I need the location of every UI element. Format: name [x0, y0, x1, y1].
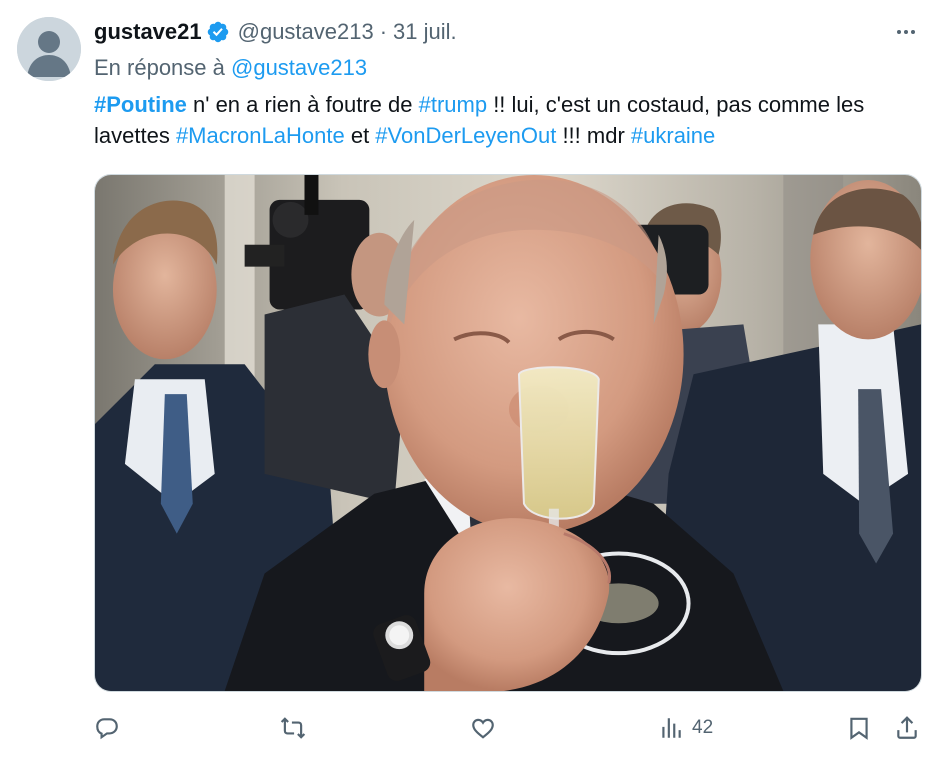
header-separator: ·	[379, 19, 388, 44]
hashtag-macronlahonte[interactable]: #MacronLaHonte	[176, 123, 345, 148]
like-icon	[472, 718, 494, 739]
share-button[interactable]	[894, 708, 920, 748]
photo-illustration	[95, 175, 921, 691]
like-button[interactable]	[470, 708, 496, 748]
tweet-header: gustave21 @gustave213 · 31 juil.	[94, 18, 457, 46]
hashtag-poutine[interactable]: #Poutine	[94, 92, 187, 117]
hashtag-trump[interactable]: #trump	[419, 92, 487, 117]
user-avatar[interactable]	[17, 17, 81, 81]
tweet-photo[interactable]	[94, 174, 922, 692]
retweet-button[interactable]	[280, 708, 306, 748]
verified-badge-icon[interactable]	[206, 20, 230, 44]
bookmark-button[interactable]	[846, 708, 872, 748]
tweet: gustave21 @gustave213 · 31 juil. En répo…	[0, 0, 942, 764]
share-icon	[897, 716, 917, 739]
reply-icon	[96, 718, 118, 740]
tweet-date[interactable]: 31 juil.	[393, 19, 457, 45]
user-handle[interactable]: @gustave213	[238, 19, 374, 45]
reply-context: En réponse à @gustave213	[94, 55, 367, 81]
more-icon	[897, 30, 915, 34]
display-name[interactable]: gustave21	[94, 19, 202, 45]
default-avatar-icon	[17, 17, 81, 81]
tweet-text-segment: !!! mdr	[556, 123, 631, 148]
views-icon	[662, 718, 681, 738]
tweet-actions: 42	[94, 708, 926, 748]
tweet-text-segment: n' en a rien à foutre de	[186, 92, 419, 117]
reply-handle-link[interactable]: @gustave213	[231, 55, 367, 80]
views-count: 42	[692, 717, 714, 738]
views-button[interactable]: 42	[658, 708, 713, 748]
retweet-icon	[280, 717, 306, 739]
bookmark-icon	[850, 717, 868, 740]
tweet-text: #Poutine n' en a rien à foutre de #trump…	[94, 89, 934, 151]
hashtag-vonderleyenout[interactable]: #VonDerLeyenOut	[375, 123, 556, 148]
hashtag-ukraine[interactable]: #ukraine	[631, 123, 715, 148]
reply-button[interactable]	[94, 708, 120, 748]
reply-prefix: En réponse à	[94, 55, 225, 80]
tweet-text-segment: et	[344, 123, 376, 148]
more-options-button[interactable]	[890, 18, 922, 46]
